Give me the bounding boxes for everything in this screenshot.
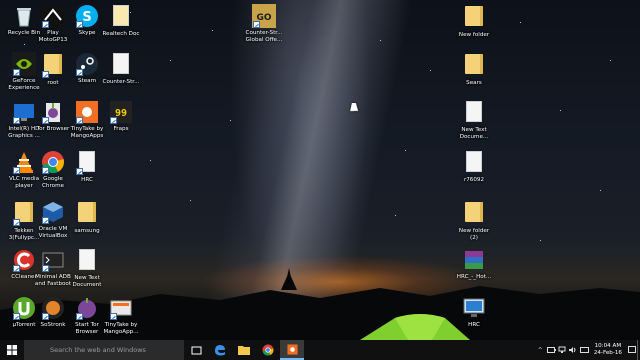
- shortcut-arrow-icon: [76, 117, 83, 124]
- adb-glyph: [41, 248, 65, 272]
- r76092-icon[interactable]: r76092: [451, 150, 497, 196]
- motogp-glyph: [41, 4, 65, 28]
- hrc-doc-icon[interactable]: HRC: [64, 150, 110, 196]
- chrome-icon: [262, 344, 274, 356]
- tinytake-icon: [286, 343, 298, 355]
- shortcut-arrow-icon: [13, 117, 20, 124]
- task-view-icon: [191, 346, 201, 354]
- document-glyph: [109, 53, 133, 77]
- shortcut-arrow-icon: [13, 219, 20, 226]
- folder-glyph: [462, 202, 486, 226]
- new-folder-icon[interactable]: New folder: [451, 4, 497, 50]
- chrome-glyph: [41, 150, 65, 174]
- windows-logo-icon: [7, 345, 17, 355]
- new-text-document-1-icon[interactable]: New Text Docume...: [451, 100, 497, 146]
- edge-icon: [215, 345, 225, 356]
- shortcut-arrow-icon: [42, 217, 49, 224]
- keyboard-icon[interactable]: [579, 340, 590, 360]
- counter-strike-go-icon[interactable]: GO Counter-Str... Global Offe...: [241, 4, 287, 50]
- folder-glyph: [41, 54, 65, 78]
- document-glyph: [462, 151, 486, 175]
- search-input[interactable]: Search the web and Windows: [24, 340, 184, 360]
- document-glyph: [75, 249, 99, 273]
- tor-glyph: [41, 100, 65, 124]
- task-view-button[interactable]: [184, 340, 208, 360]
- action-center-icon[interactable]: [626, 340, 637, 360]
- start-button[interactable]: [0, 340, 24, 360]
- tor-glyph: [75, 296, 99, 320]
- clock-date: 24-Feb-16: [593, 350, 622, 356]
- shortcut-arrow-icon: [110, 313, 117, 320]
- taskbar: Search the web and Windows ^ 10:04 AM 24…: [0, 340, 640, 360]
- hrc-hot-icon[interactable]: HRC_-_Hot...: [451, 248, 497, 294]
- shortcut-arrow-icon: [42, 71, 49, 78]
- folder-glyph: [462, 54, 486, 78]
- fraps-glyph: 99: [109, 100, 133, 124]
- clock-time: 10:04 AM: [594, 343, 622, 349]
- shortcut-arrow-icon: [76, 69, 83, 76]
- shortcut-arrow-icon: [42, 313, 49, 320]
- shortcut-arrow-icon: [110, 117, 117, 124]
- folder-glyph: [75, 202, 99, 226]
- shortcut-arrow-icon: [42, 167, 49, 174]
- desktop: Recycle Bin GeForce Experience Intel(R) …: [0, 0, 640, 340]
- tinytake-glyph: [109, 296, 133, 320]
- network-icon[interactable]: [557, 340, 568, 360]
- shortcut-arrow-icon: [76, 168, 83, 175]
- shortcut-arrow-icon: [13, 313, 20, 320]
- steam-glyph: [75, 52, 99, 76]
- new-text-document-2-icon[interactable]: New Text Document: [64, 248, 110, 294]
- shortcut-arrow-icon: [13, 265, 20, 272]
- folder-glyph: [462, 6, 486, 30]
- shortcut-arrow-icon: [42, 117, 49, 124]
- tinytake-glyph: [75, 100, 99, 124]
- shortcut-arrow-icon: [13, 167, 20, 174]
- fraps-icon[interactable]: 99 Fraps: [98, 100, 144, 146]
- new-folder-2-icon[interactable]: New folder (2): [451, 200, 497, 246]
- system-tray: ^ 10:04 AM 24-Feb-16: [535, 340, 640, 360]
- shortcut-arrow-icon: [253, 21, 260, 28]
- svg-text:S: S: [82, 10, 91, 25]
- sears-icon[interactable]: Sears: [451, 52, 497, 98]
- shortcut-arrow-icon: [76, 21, 83, 28]
- edge-taskbar-button[interactable]: [208, 340, 232, 360]
- tinytake-taskbar-button[interactable]: [280, 340, 304, 360]
- mouse-cursor-icon: [350, 103, 360, 111]
- document-glyph: [462, 101, 486, 125]
- csgo-glyph: GO: [252, 4, 276, 28]
- search-placeholder: Search the web and Windows: [50, 346, 146, 354]
- hrc-pc-icon[interactable]: HRC: [451, 296, 497, 340]
- document-glyph: [109, 5, 133, 29]
- tinytake-2-icon[interactable]: TinyTake by MangoApp...: [98, 296, 144, 340]
- show-hidden-icons-chevron-icon[interactable]: ^: [535, 340, 546, 360]
- chrome-taskbar-button[interactable]: [256, 340, 280, 360]
- virtualbox-glyph: [41, 200, 65, 224]
- clock[interactable]: 10:04 AM 24-Feb-16: [590, 343, 626, 357]
- computer-glyph: [462, 296, 486, 320]
- document-glyph: [75, 151, 99, 175]
- shortcut-arrow-icon: [42, 265, 49, 272]
- shortcut-arrow-icon: [76, 313, 83, 320]
- shortcut-arrow-icon: [42, 21, 49, 28]
- sostronk-glyph: [41, 296, 65, 320]
- shortcut-arrow-icon: [13, 69, 20, 76]
- archive-glyph: [462, 248, 486, 272]
- counter-strike-doc-icon[interactable]: Counter-Str...: [98, 52, 144, 98]
- samsung-icon[interactable]: samsung: [64, 200, 110, 246]
- realtech-doc-icon[interactable]: Realtech Doc: [98, 4, 144, 50]
- folder-icon: [238, 346, 250, 355]
- skype-glyph: S: [75, 4, 99, 28]
- volume-icon[interactable]: [568, 340, 579, 360]
- file-explorer-taskbar-button[interactable]: [232, 340, 256, 360]
- battery-icon[interactable]: [546, 340, 557, 360]
